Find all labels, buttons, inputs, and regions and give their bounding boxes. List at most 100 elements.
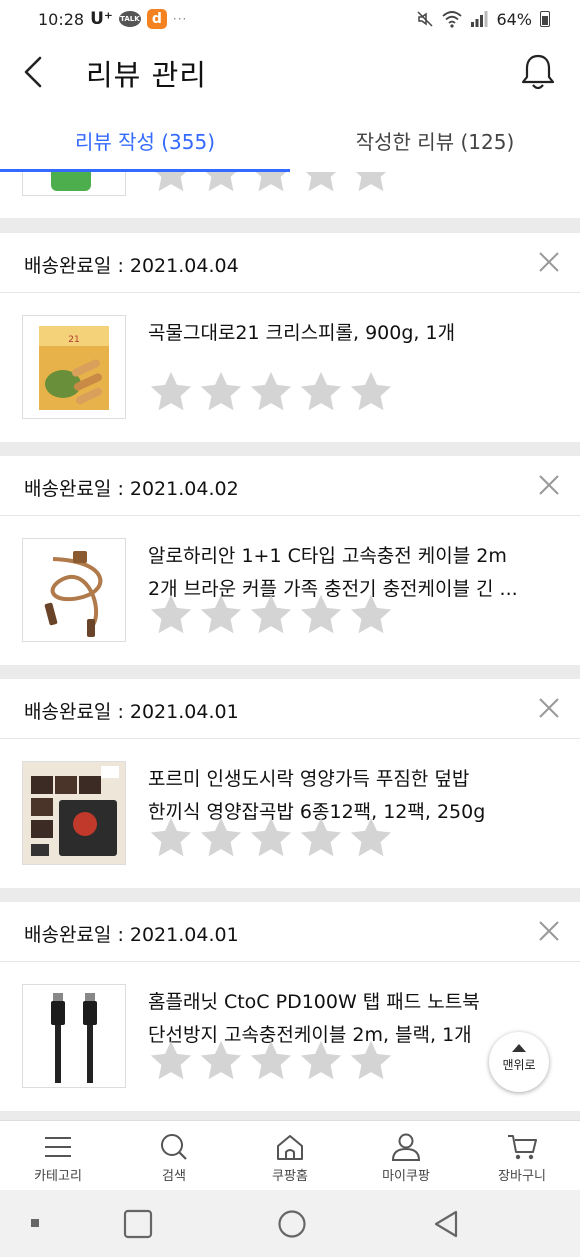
home-button-icon[interactable] <box>276 1208 308 1240</box>
lunchbox-image <box>23 762 125 864</box>
review-tabs: 리뷰 작성 (355) 작성한 리뷰 (125) <box>0 104 580 172</box>
more-notifications-icon: ··· <box>172 12 188 26</box>
star-icon[interactable] <box>148 369 194 415</box>
card-header: 배송완료일 : 2021.04.01 <box>0 679 580 739</box>
star-icon[interactable] <box>198 815 244 861</box>
mute-icon <box>417 11 433 27</box>
star-icon[interactable] <box>298 815 344 861</box>
star-icon[interactable] <box>198 172 244 196</box>
arrow-up-icon <box>512 1044 526 1052</box>
signal-icon <box>471 11 488 27</box>
usb-c-cable-image <box>51 993 97 1083</box>
back-button[interactable] <box>14 50 58 94</box>
status-time: 10:28 <box>38 9 85 29</box>
close-icon <box>539 921 559 941</box>
star-icon[interactable] <box>248 369 294 415</box>
bottom-nav: 카테고리 검색 쿠팡홈 마이쿠팡 장바구니 <box>0 1120 580 1190</box>
cereal-box-image: 21 <box>39 326 109 410</box>
nav-item-mycoupang[interactable]: 마이쿠팡 <box>348 1121 464 1190</box>
home-icon <box>277 1135 303 1160</box>
star-icon[interactable] <box>298 1038 344 1084</box>
scroll-top-button[interactable]: 맨위로 <box>489 1032 549 1092</box>
star-icon[interactable] <box>348 172 394 196</box>
star-rating[interactable] <box>148 369 394 415</box>
app-bar: 리뷰 관리 <box>0 38 580 104</box>
list-item: 배송완료일 : 2021.04.04 21 곡물그대로21 크리스피롤, 900… <box>0 233 580 442</box>
back-nav-icon[interactable] <box>430 1208 462 1240</box>
close-icon <box>539 252 559 272</box>
star-icon[interactable] <box>248 172 294 196</box>
person-icon <box>391 1133 421 1161</box>
overview-icon[interactable] <box>122 1208 154 1240</box>
nav-item-category[interactable]: 카테고리 <box>0 1121 116 1190</box>
card-header: 배송완료일 : 2021.04.04 <box>0 233 580 293</box>
star-icon[interactable] <box>148 592 194 638</box>
star-icon[interactable] <box>148 815 194 861</box>
star-icon[interactable] <box>348 1038 394 1084</box>
star-rating[interactable] <box>148 1038 394 1084</box>
product-thumbnail[interactable]: 21 <box>22 315 126 419</box>
list-item: 배송완료일 : 2021.04.01 홈플래닛 CtoC PD100W 탭 패드… <box>0 902 580 1111</box>
carrier-icon: U⁺ <box>90 9 113 29</box>
star-icon[interactable] <box>298 592 344 638</box>
star-icon[interactable] <box>248 1038 294 1084</box>
product-thumbnail[interactable] <box>22 172 126 196</box>
chevron-left-icon <box>24 56 42 88</box>
product-name-line: 포르미 인생도시락 영양가득 푸짐한 덮밥 <box>148 768 470 790</box>
kakaotalk-icon: TALK <box>118 11 141 27</box>
battery-icon <box>540 11 550 27</box>
dismiss-button[interactable] <box>536 249 562 275</box>
star-icon[interactable] <box>348 369 394 415</box>
star-icon[interactable] <box>298 172 344 196</box>
wifi-icon <box>442 11 463 28</box>
star-icon[interactable] <box>248 592 294 638</box>
notifications-button[interactable] <box>518 50 558 94</box>
tab-written-reviews[interactable]: 작성한 리뷰 (125) <box>290 104 580 172</box>
system-nav-bar <box>0 1190 580 1257</box>
recents-dot-icon[interactable] <box>28 1216 42 1230</box>
product-name-line: 알로하리안 1+1 C타입 고속충전 케이블 2m <box>148 545 507 567</box>
dismiss-button[interactable] <box>536 695 562 721</box>
delivery-date: 배송완료일 : 2021.04.04 <box>24 255 239 277</box>
nav-item-home[interactable]: 쿠팡홈 <box>232 1121 348 1190</box>
close-icon <box>539 698 559 718</box>
product-thumbnail[interactable] <box>22 984 126 1088</box>
cart-icon <box>508 1135 537 1160</box>
product-name-line: 홈플래닛 CtoC PD100W 탭 패드 노트북 <box>148 991 480 1013</box>
list-item: 배송완료일 : 2021.04.01 포르미 인생도시락 영양가득 푸짐한 덮밥 <box>0 679 580 888</box>
star-rating[interactable] <box>148 592 394 638</box>
tab-written-reviews-label: 작성한 리뷰 (125) <box>355 130 515 154</box>
star-icon[interactable] <box>148 172 194 196</box>
star-icon[interactable] <box>148 1038 194 1084</box>
dismiss-button[interactable] <box>536 472 562 498</box>
delivery-date: 배송완료일 : 2021.04.01 <box>24 701 239 723</box>
list-item-partial <box>0 172 580 218</box>
star-rating[interactable] <box>148 815 394 861</box>
nav-label: 카테고리 <box>34 1169 82 1184</box>
product-name[interactable]: 곡물그대로21 크리스피롤, 900g, 1개 <box>148 317 548 350</box>
star-icon[interactable] <box>198 592 244 638</box>
nav-label: 검색 <box>162 1169 186 1184</box>
list-item: 배송완료일 : 2021.04.02 알로하리안 1+1 C타입 고속충전 케이… <box>0 456 580 665</box>
nav-item-cart[interactable]: 장바구니 <box>464 1121 580 1190</box>
card-header: 배송완료일 : 2021.04.02 <box>0 456 580 516</box>
dismiss-button[interactable] <box>536 918 562 944</box>
star-icon[interactable] <box>198 369 244 415</box>
review-list[interactable]: 배송완료일 : 2021.04.04 21 곡물그대로21 크리스피롤, 900… <box>0 172 580 1120</box>
product-thumbnail[interactable] <box>22 538 126 642</box>
product-thumbnail[interactable] <box>22 761 126 865</box>
star-icon[interactable] <box>348 592 394 638</box>
nav-label: 마이쿠팡 <box>382 1169 430 1184</box>
tab-write-review[interactable]: 리뷰 작성 (355) <box>0 104 290 172</box>
star-icon[interactable] <box>298 369 344 415</box>
star-icon[interactable] <box>248 815 294 861</box>
svg-text:21: 21 <box>68 335 79 345</box>
star-icon[interactable] <box>348 815 394 861</box>
cable-image <box>44 551 103 637</box>
product-name-line: 곡물그대로21 크리스피롤, 900g, 1개 <box>148 322 456 344</box>
nav-item-search[interactable]: 검색 <box>116 1121 232 1190</box>
page-title: 리뷰 관리 <box>86 58 207 92</box>
star-rating[interactable] <box>148 172 394 196</box>
menu-icon <box>45 1137 71 1157</box>
star-icon[interactable] <box>198 1038 244 1084</box>
